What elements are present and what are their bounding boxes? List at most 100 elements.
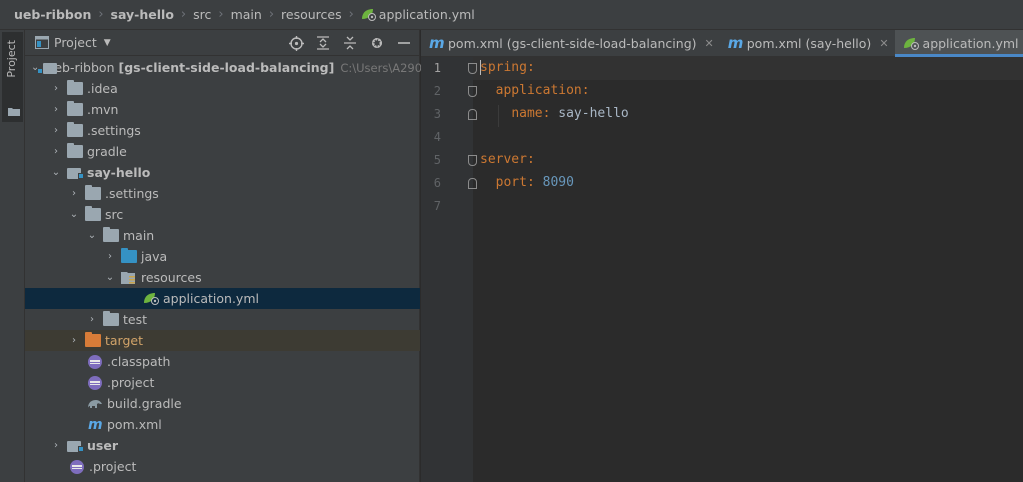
minimize-icon[interactable] [395,34,413,52]
breadcrumb-separator-icon: › [98,7,104,22]
tree-item-user[interactable]: › user [25,435,420,456]
tree-item-mvn[interactable]: › .mvn [25,99,420,120]
editor-tabs: m pom.xml (gs-client-side-load-balancing… [421,30,1023,57]
gear-icon[interactable] [368,34,386,52]
chevron-right-icon[interactable]: › [67,188,81,199]
yaml-colon: : [542,106,551,121]
tree-item-label: .idea [87,81,118,96]
maven-icon: m [429,34,445,52]
project-tool-window-tab[interactable]: Project [2,32,23,122]
spring-yml-icon [144,293,159,305]
tree-item-label: .settings [105,186,159,201]
tree-item-gradle[interactable]: › gradle [25,141,420,162]
code-line-1: spring: [480,60,535,75]
tree-item-label: .mvn [87,102,119,117]
tab-pom-xml-gs-client[interactable]: m pom.xml (gs-client-side-load-balancing… [421,30,720,56]
folder-icon [85,185,101,200]
maven-icon: m [88,416,103,433]
chevron-down-icon[interactable]: ⌄ [49,167,63,178]
chevron-down-icon[interactable]: ⌄ [67,209,81,220]
tree-item-idea[interactable]: › .idea [25,78,420,99]
tree-item-say-hello[interactable]: ⌄ say-hello [25,162,420,183]
project-view-selector[interactable]: Project [54,35,97,50]
chevron-right-icon[interactable]: › [49,104,63,115]
project-panel-toolbar [287,34,413,52]
tree-item-build-gradle[interactable]: build.gradle [25,393,420,414]
code-line-6: port: 8090 [480,175,574,190]
yaml-colon: : [526,152,535,167]
yaml-value: say-hello [558,106,629,121]
chevron-down-icon[interactable]: ▼ [104,38,111,48]
chevron-right-icon[interactable]: › [67,335,81,346]
tree-item-ueb-ribbon[interactable]: ⌄ ueb-ribbon [gs-client-side-load-balanc… [25,57,444,78]
chevron-right-icon[interactable]: › [85,314,99,325]
line-number: 3 [433,107,441,121]
tab-pom-xml-say-hello[interactable]: m pom.xml (say-hello) ✕ [720,30,895,56]
tree-item-test[interactable]: › test [25,309,420,330]
tree-item-label: resources [141,270,202,285]
tree-item-target[interactable]: › target [25,330,420,351]
folder-icon [67,80,83,95]
navigation-breadcrumb: ueb-ribbon › say-hello › src › main › re… [0,0,1023,30]
breadcrumb-application-yml[interactable]: application.yml [361,7,475,22]
breadcrumb-main[interactable]: main [231,7,262,22]
chevron-right-icon[interactable]: › [49,83,63,94]
code-editor[interactable]: 1 2 3 4 5 6 7 spring: application: name:… [421,57,1023,482]
breadcrumb-resources[interactable]: resources [281,7,342,22]
left-tool-stripe: Project [0,30,25,482]
folder-icon [67,122,83,137]
fold-marker-icon[interactable] [468,155,477,166]
chevron-right-icon[interactable]: › [49,125,63,136]
tree-item-java[interactable]: › java [25,246,420,267]
tree-item-src[interactable]: ⌄ src [25,204,420,225]
tree-item-label: .project [107,375,155,390]
tab-application-yml[interactable]: application.yml ✕ [894,30,1023,57]
line-number: 6 [433,176,441,190]
close-icon[interactable]: ✕ [879,37,888,50]
tree-item-label: main [123,228,155,243]
spring-yml-icon [903,37,919,50]
locate-icon[interactable] [287,34,305,52]
chevron-down-icon[interactable]: ⌄ [103,272,117,283]
tree-item-settings[interactable]: › .settings [25,120,420,141]
tab-label: application.yml [922,35,1019,51]
tree-item-label: say-hello [87,165,151,180]
chevron-down-icon[interactable]: ⌄ [85,230,99,241]
close-icon[interactable]: ✕ [705,37,714,50]
tree-item-classpath[interactable]: .classpath [25,351,420,372]
fold-marker-icon[interactable] [468,86,477,97]
tree-item-root-project[interactable]: .project [25,456,420,477]
tree-item-label: src [105,207,124,222]
breadcrumb-ueb-ribbon[interactable]: ueb-ribbon [14,7,91,22]
tree-item-label: .project [89,459,137,474]
breadcrumb-separator-icon: › [348,7,354,22]
line-number: 7 [433,199,441,213]
chevron-right-icon[interactable]: › [103,251,117,262]
folder-icon [67,143,83,158]
breadcrumb-src[interactable]: src [193,7,211,22]
tree-item-resources[interactable]: ⌄ resources [25,267,420,288]
breadcrumb-say-hello[interactable]: say-hello [111,7,174,22]
fold-marker-icon[interactable] [468,109,477,120]
chevron-right-icon[interactable]: › [49,146,63,157]
tree-item-module-name: [gs-client-side-load-balancing] [118,60,335,75]
yaml-key: application [495,83,582,98]
tree-item-say-hello-settings[interactable]: › .settings [25,183,420,204]
spring-yml-icon [361,9,376,21]
tree-item-pom-xml[interactable]: m pom.xml [25,414,420,435]
tree-item-project[interactable]: .project [25,372,420,393]
expand-all-icon[interactable] [314,34,332,52]
tree-item-main[interactable]: ⌄ main [25,225,420,246]
collapse-all-icon[interactable] [341,34,359,52]
folder-icon [103,311,119,326]
fold-marker-icon[interactable] [468,178,477,189]
chevron-right-icon[interactable]: › [49,440,63,451]
tree-item-label: application.yml [163,291,259,306]
tree-item-label: user [87,438,118,453]
tree-item-application-yml[interactable]: application.yml [25,288,420,309]
fold-marker-icon[interactable] [468,63,477,74]
tree-item-label: .classpath [107,354,171,369]
breadcrumb-application-yml-label: application.yml [378,7,475,22]
excluded-folder-icon [85,332,101,347]
line-number: 5 [433,153,441,167]
